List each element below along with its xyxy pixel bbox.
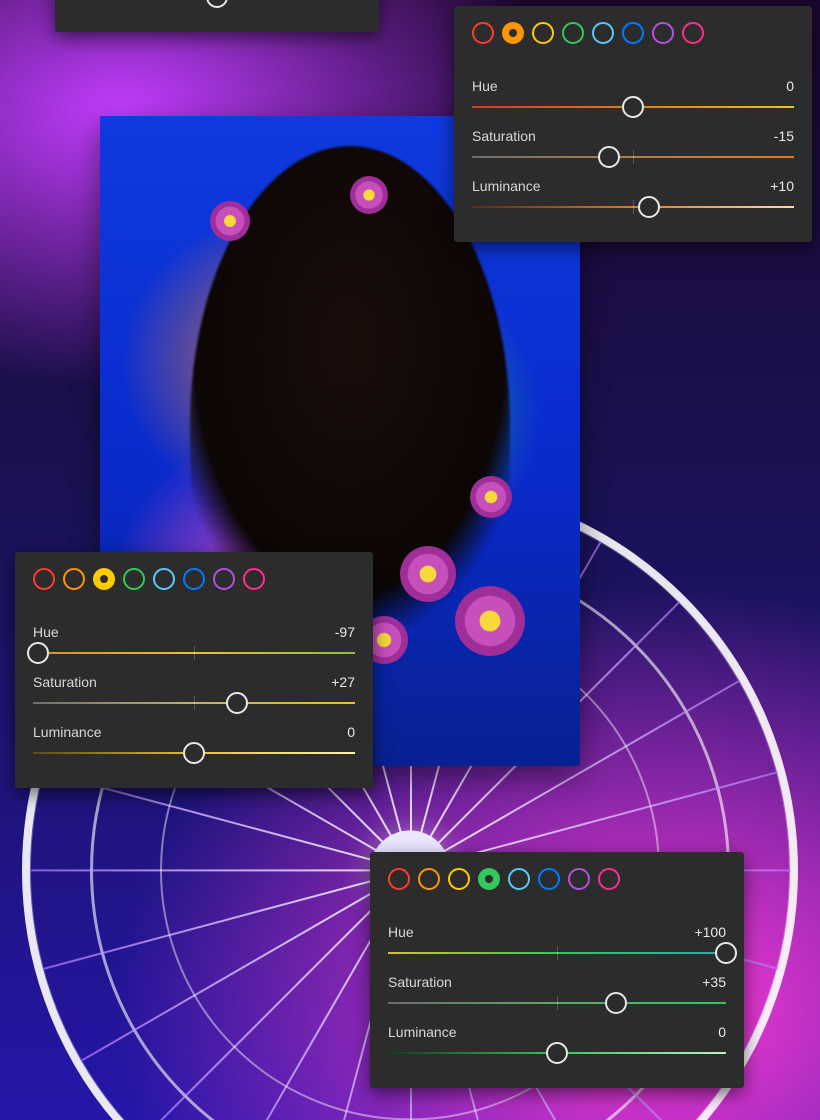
hue-label: Hue (33, 624, 59, 640)
saturation-slider[interactable] (388, 992, 726, 1014)
color-swatch[interactable] (388, 868, 410, 890)
color-swatch[interactable] (183, 568, 205, 590)
flower-icon (455, 586, 525, 656)
luminance-value: 0 (347, 724, 355, 740)
slider-knob[interactable] (226, 692, 248, 714)
saturation-value: +27 (331, 674, 355, 690)
color-mix-panel: Hue 0 Saturation -15 Luminance +10 (454, 6, 812, 242)
hue-slider[interactable] (472, 96, 794, 118)
color-swatch[interactable] (598, 868, 620, 890)
color-swatch[interactable] (652, 22, 674, 44)
luminance-slider[interactable] (388, 1042, 726, 1064)
color-swatch[interactable] (508, 868, 530, 890)
color-swatch[interactable] (123, 568, 145, 590)
luminance-label: Luminance (472, 178, 541, 194)
color-swatch[interactable] (213, 568, 235, 590)
hue-label: Hue (388, 924, 414, 940)
color-swatch[interactable] (622, 22, 644, 44)
luminance-label: Luminance (33, 724, 102, 740)
flower-icon (400, 546, 456, 602)
slider-knob[interactable] (546, 1042, 568, 1064)
saturation-value: -15 (774, 128, 794, 144)
hue-value: 0 (786, 78, 794, 94)
color-swatch-row (388, 868, 726, 890)
color-swatch-row (472, 22, 794, 44)
slider-knob[interactable] (598, 146, 620, 168)
hue-slider[interactable] (388, 942, 726, 964)
saturation-value: +35 (702, 974, 726, 990)
slider-knob[interactable] (605, 992, 627, 1014)
color-swatch[interactable] (538, 868, 560, 890)
color-swatch[interactable] (448, 868, 470, 890)
saturation-slider[interactable] (33, 692, 355, 714)
flower-icon (350, 176, 388, 214)
slider-knob[interactable] (715, 942, 737, 964)
flower-icon (470, 476, 512, 518)
hue-value: +100 (694, 924, 726, 940)
luminance-value: +10 (770, 178, 794, 194)
hue-slider[interactable] (33, 642, 355, 664)
luminance-slider[interactable] (33, 742, 355, 764)
saturation-label: Saturation (388, 974, 452, 990)
luminance-label: Luminance (388, 1024, 457, 1040)
luminance-slider[interactable] (472, 196, 794, 218)
color-swatch[interactable] (478, 868, 500, 890)
luminance-value: 0 (718, 1024, 726, 1040)
color-swatch[interactable] (532, 22, 554, 44)
color-swatch[interactable] (592, 22, 614, 44)
hue-value: -97 (335, 624, 355, 640)
flower-icon (210, 201, 250, 241)
color-mix-panel: Hue -97 Saturation +27 Luminance 0 (15, 552, 373, 788)
color-swatch[interactable] (568, 868, 590, 890)
color-swatch[interactable] (93, 568, 115, 590)
slider-knob[interactable] (638, 196, 660, 218)
color-swatch[interactable] (502, 22, 524, 44)
slider-knob[interactable] (206, 0, 228, 8)
color-swatch[interactable] (63, 568, 85, 590)
color-mix-panel: Hue +100 Saturation +35 Luminance 0 (370, 852, 744, 1088)
slider-knob[interactable] (27, 642, 49, 664)
color-mix-panel: Luminance0 (55, 0, 379, 32)
color-swatch[interactable] (562, 22, 584, 44)
canvas: Luminance0Hue0Saturation-15Luminance+10H… (0, 0, 820, 1120)
slider-knob[interactable] (622, 96, 644, 118)
color-swatch[interactable] (418, 868, 440, 890)
saturation-label: Saturation (33, 674, 97, 690)
color-swatch[interactable] (33, 568, 55, 590)
hue-label: Hue (472, 78, 498, 94)
color-swatch[interactable] (153, 568, 175, 590)
color-swatch-row (33, 568, 355, 590)
luminance-slider[interactable] (73, 0, 361, 8)
saturation-label: Saturation (472, 128, 536, 144)
color-swatch[interactable] (472, 22, 494, 44)
color-swatch[interactable] (243, 568, 265, 590)
color-swatch[interactable] (682, 22, 704, 44)
saturation-slider[interactable] (472, 146, 794, 168)
slider-knob[interactable] (183, 742, 205, 764)
